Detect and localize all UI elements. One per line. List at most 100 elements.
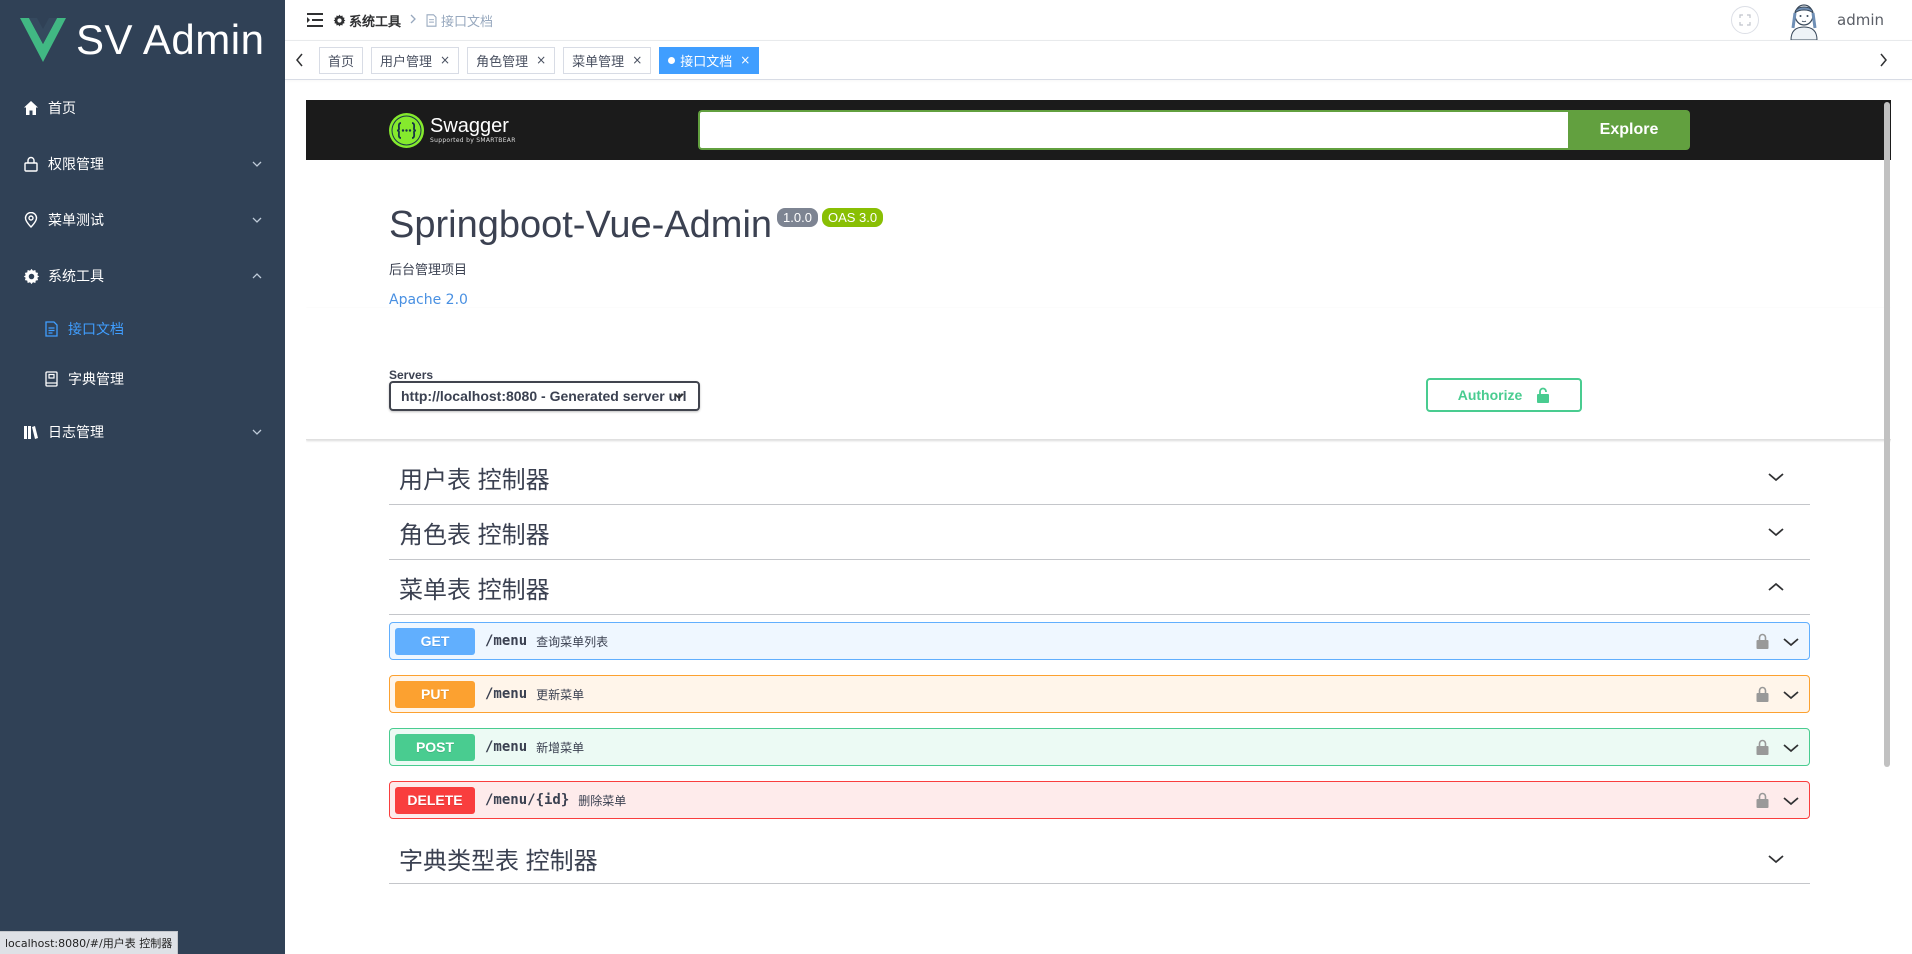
operation-get[interactable]: GET /menu 查询菜单列表 bbox=[389, 622, 1810, 660]
location-icon bbox=[22, 211, 40, 229]
api-info: Springboot-Vue-Admin 1.0.0 OAS 3.0 后台管理项… bbox=[306, 160, 1891, 308]
version-badge: 1.0.0 bbox=[777, 208, 818, 227]
sidebar-item-logs[interactable]: 日志管理 bbox=[0, 404, 285, 460]
sidebar-item-label: 权限管理 bbox=[48, 157, 104, 173]
operation-path: /menu bbox=[485, 739, 528, 755]
app-logo[interactable]: SV Admin bbox=[0, 0, 285, 80]
tags-scroll-right-button[interactable] bbox=[1868, 41, 1898, 79]
user-name[interactable]: admin bbox=[1837, 11, 1884, 29]
swagger-logo[interactable]: Swagger Supported by SMARTBEAR bbox=[389, 112, 516, 148]
sidebar-item-label: 首页 bbox=[48, 101, 76, 117]
sidebar-item-label: 系统工具 bbox=[48, 269, 104, 285]
close-icon[interactable]: × bbox=[740, 53, 750, 67]
sidebar-item-label: 字典管理 bbox=[68, 372, 124, 388]
http-method-badge: DELETE bbox=[395, 786, 475, 814]
tag-group-title: 菜单表 控制器 bbox=[399, 576, 550, 604]
sidebar: SV Admin 首页 权限管理 菜单测试 系统工具 接口文档 字典管理 日志管… bbox=[0, 0, 285, 954]
operation-put[interactable]: PUT /menu 更新菜单 bbox=[389, 675, 1810, 713]
license-link[interactable]: Apache 2.0 bbox=[389, 292, 1891, 308]
spec-url-input[interactable] bbox=[698, 110, 1568, 150]
fullscreen-button[interactable] bbox=[1731, 6, 1759, 34]
swagger-topbar: Swagger Supported by SMARTBEAR Explore bbox=[306, 100, 1891, 160]
vue-logo-icon bbox=[20, 18, 66, 62]
scrollbar-thumb[interactable] bbox=[1884, 102, 1890, 767]
sidebar-item-system-tools[interactable]: 系统工具 bbox=[0, 248, 285, 304]
gear-icon bbox=[333, 14, 346, 26]
tag-label: 用户管理 bbox=[380, 54, 433, 70]
status-bar-url: localhost:8080/#/用户表 控制器 bbox=[0, 931, 179, 954]
swagger-brand-sub: Supported by SMARTBEAR bbox=[430, 137, 516, 144]
operations-group: GET /menu 查询菜单列表 PUT /menu 更新菜单 POST /me… bbox=[389, 615, 1810, 819]
gear-icon bbox=[22, 267, 40, 285]
operation-path: /menu bbox=[485, 633, 528, 649]
http-method-badge: PUT bbox=[395, 680, 475, 708]
api-title: Springboot-Vue-Admin bbox=[389, 204, 773, 246]
swagger-search: Explore bbox=[698, 110, 1690, 150]
swagger-brand: Swagger Supported by SMARTBEAR bbox=[430, 116, 516, 144]
breadcrumb-item[interactable]: 系统工具 bbox=[349, 11, 401, 30]
fullscreen-icon bbox=[1739, 14, 1751, 26]
operation-summary: 查询菜单列表 bbox=[536, 634, 609, 649]
tag-group-title: 字典类型表 控制器 bbox=[399, 848, 598, 875]
sidebar-item-permissions[interactable]: 权限管理 bbox=[0, 136, 285, 192]
lock-icon[interactable] bbox=[1756, 792, 1769, 808]
avatar[interactable] bbox=[1787, 0, 1821, 40]
tags-view: 首页 用户管理 × 角色管理 × 菜单管理 × 接口文档 × bbox=[285, 40, 1912, 80]
lock-icon bbox=[22, 155, 40, 173]
operations-list: 用户表 控制器 角色表 控制器 菜单表 控制器 GET /menu 查询菜单列表… bbox=[306, 440, 1810, 884]
chevron-up-icon bbox=[252, 273, 262, 279]
explore-button[interactable]: Explore bbox=[1568, 110, 1690, 150]
operation-delete[interactable]: DELETE /menu/{id} 删除菜单 bbox=[389, 781, 1810, 819]
close-icon[interactable]: × bbox=[440, 53, 450, 67]
tag-api-docs[interactable]: 接口文档 × bbox=[659, 46, 760, 74]
http-method-badge: POST bbox=[395, 733, 475, 761]
chevron-down-icon bbox=[1783, 797, 1799, 806]
sidebar-menu: 首页 权限管理 菜单测试 系统工具 接口文档 字典管理 日志管理 bbox=[0, 80, 285, 460]
books-icon bbox=[22, 423, 40, 441]
operation-post[interactable]: POST /menu 新增菜单 bbox=[389, 728, 1810, 766]
tag-group-title: 角色表 控制器 bbox=[399, 521, 550, 549]
api-description: 后台管理项目 bbox=[389, 263, 468, 278]
close-icon[interactable]: × bbox=[536, 53, 546, 67]
tag-menu-management[interactable]: 菜单管理 × bbox=[563, 46, 652, 74]
tag-group-header[interactable]: 角色表 控制器 bbox=[389, 505, 1810, 560]
sidebar-item-label: 菜单测试 bbox=[48, 213, 104, 229]
chevron-down-icon bbox=[1768, 473, 1784, 482]
tag-role-management[interactable]: 角色管理 × bbox=[467, 46, 556, 74]
lock-icon[interactable] bbox=[1756, 633, 1769, 649]
chevron-right-icon bbox=[1880, 53, 1887, 67]
navbar-right: admin bbox=[1731, 0, 1884, 40]
breadcrumb-separator bbox=[409, 13, 417, 27]
tag-user-management[interactable]: 用户管理 × bbox=[371, 46, 460, 74]
notebook-icon bbox=[42, 370, 60, 388]
sidebar-item-menu-test[interactable]: 菜单测试 bbox=[0, 192, 285, 248]
tag-group-header[interactable]: 字典类型表 控制器 bbox=[389, 834, 1810, 884]
frame-scrollbar[interactable] bbox=[1883, 100, 1891, 954]
chevron-down-icon bbox=[1768, 854, 1784, 863]
tag-group: 角色表 控制器 bbox=[389, 505, 1810, 560]
chevron-down-icon bbox=[1783, 691, 1799, 700]
servers-section: Servers http://localhost:8080 - Generate… bbox=[306, 308, 1891, 440]
sidebar-item-home[interactable]: 首页 bbox=[0, 80, 285, 136]
swagger-frame: Swagger Supported by SMARTBEAR Explore S… bbox=[306, 100, 1891, 954]
sidebar-item-label: 接口文档 bbox=[68, 322, 124, 338]
lock-icon[interactable] bbox=[1756, 739, 1769, 755]
tags-scroll-left-button[interactable] bbox=[285, 41, 315, 79]
hamburger-icon[interactable] bbox=[307, 13, 323, 27]
tag-group: 菜单表 控制器 GET /menu 查询菜单列表 PUT /menu 更新菜单 bbox=[389, 560, 1810, 819]
tag-group-title: 用户表 控制器 bbox=[399, 466, 550, 494]
sidebar-item-api-docs[interactable]: 接口文档 bbox=[0, 304, 285, 354]
close-icon[interactable]: × bbox=[632, 53, 642, 67]
operation-summary: 删除菜单 bbox=[578, 793, 627, 808]
lock-icon[interactable] bbox=[1756, 686, 1769, 702]
authorize-button[interactable]: Authorize bbox=[1426, 378, 1582, 412]
chevron-left-icon bbox=[296, 53, 303, 67]
tag-home[interactable]: 首页 bbox=[319, 46, 364, 74]
tag-group-header[interactable]: 菜单表 控制器 bbox=[389, 560, 1810, 615]
sidebar-item-dictionary[interactable]: 字典管理 bbox=[0, 354, 285, 404]
unlocked-icon bbox=[1537, 387, 1550, 403]
chevron-down-icon bbox=[1783, 744, 1799, 753]
tag-group-header[interactable]: 用户表 控制器 bbox=[389, 450, 1810, 505]
chevron-down-icon bbox=[1768, 528, 1784, 537]
servers-select[interactable]: http://localhost:8080 - Generated server… bbox=[389, 381, 700, 411]
